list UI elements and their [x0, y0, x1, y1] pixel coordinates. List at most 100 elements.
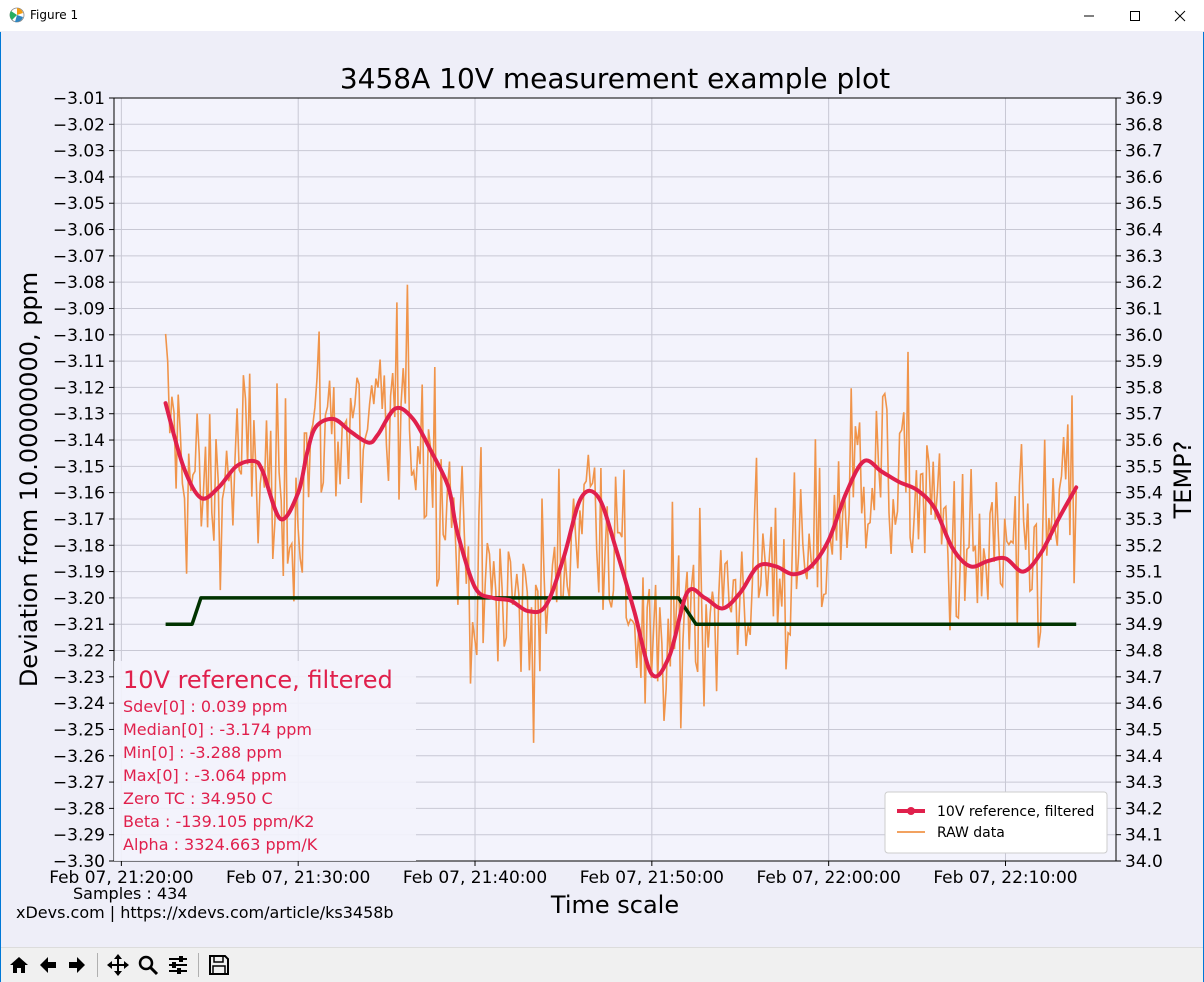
maximize-button[interactable]: [1112, 0, 1158, 31]
legend: 10V reference, filtered RAW data: [884, 791, 1108, 854]
y2-tick-label: 36.9: [1125, 89, 1163, 109]
y2-tick-label: 35.4: [1125, 484, 1163, 504]
y2-tick-label: 34.2: [1125, 799, 1163, 819]
y-tick-label: −3.24: [53, 694, 105, 714]
chart-svg[interactable]: −3.01 −3.02 −3.03 −3.04 −3.05 −3.06 −3.07 −3.08…: [1, 31, 1203, 947]
pan-button[interactable]: [104, 951, 132, 979]
y-tick-label: −3.10: [53, 326, 105, 346]
y2-tick-label: 34.1: [1125, 826, 1163, 846]
y-tick-label: −3.09: [53, 299, 105, 319]
y2-tick-label: 36.6: [1125, 168, 1163, 188]
configure-button[interactable]: [164, 951, 192, 979]
y2-tick-label: 36.4: [1125, 221, 1163, 241]
close-icon: [1174, 10, 1186, 21]
y2-tick-label: 36.2: [1125, 273, 1163, 293]
y2-tick-label: 34.9: [1125, 615, 1163, 635]
toolbar-separator: [198, 953, 199, 977]
x-tick-label: Feb 07, 22:00:00: [757, 868, 901, 888]
home-button[interactable]: [5, 951, 33, 979]
y-tick-label: −3.19: [53, 563, 105, 583]
y2-tick-label: 35.9: [1125, 352, 1163, 372]
y2-tick-label: 34.0: [1125, 852, 1163, 872]
y-tick-label: −3.22: [53, 642, 105, 662]
stats-line: Max[0] : -3.064 ppm: [123, 766, 287, 785]
y-tick-label: −3.23: [53, 668, 105, 688]
y-tick-label: −3.14: [53, 431, 105, 451]
y2-tick-label: 36.1: [1125, 299, 1163, 319]
minimize-button[interactable]: [1066, 0, 1112, 31]
y2-tick-label: 36.5: [1125, 194, 1163, 214]
y2-axis-label: TEMP?: [1169, 441, 1197, 520]
stats-line: Min[0] : -3.288 ppm: [123, 743, 282, 762]
sliders-icon: [169, 956, 187, 974]
y-tick-label: −3.03: [53, 142, 105, 162]
y-tick-label: −3.04: [53, 168, 105, 188]
stats-line: Beta : -139.105 ppm/K2: [123, 812, 314, 831]
y-tick-label: −3.07: [53, 247, 105, 267]
legend-marker: [907, 807, 915, 815]
y-tick-label: −3.16: [53, 484, 105, 504]
back-button[interactable]: [34, 951, 62, 979]
chart-title: 3458A 10V measurement example plot: [340, 62, 890, 95]
y2-tick-label: 35.1: [1125, 563, 1163, 583]
y2-tick-label: 34.4: [1125, 747, 1163, 767]
y-tick-label: −3.27: [53, 773, 105, 793]
magnifier-icon: [138, 955, 159, 976]
maximize-icon: [1130, 10, 1140, 21]
forward-button[interactable]: [63, 951, 91, 979]
y2-tick-label: 34.7: [1125, 668, 1163, 688]
y-tick-label: −3.26: [53, 747, 105, 767]
y2-tick-label: 34.3: [1125, 773, 1163, 793]
y2-tick-label: 35.5: [1125, 457, 1163, 477]
arrow-left-icon: [40, 957, 56, 973]
y-tick-label: −3.18: [53, 536, 105, 556]
credit-label: xDevs.com | https://xdevs.com/article/ks…: [16, 903, 394, 922]
floppy-icon: [209, 955, 229, 975]
window-titlebar[interactable]: Figure 1: [0, 0, 1204, 32]
y-tick-label: −3.05: [53, 194, 105, 214]
y-tick-label: −3.12: [53, 378, 105, 398]
y-tick-label: −3.13: [53, 405, 105, 425]
y-tick-label: −3.29: [53, 826, 105, 846]
window-title: Figure 1: [30, 8, 79, 22]
y-tick-label: −3.02: [53, 115, 105, 135]
y2-tick-label: 35.0: [1125, 589, 1163, 609]
y2-tick-label: 36.3: [1125, 247, 1163, 267]
y2-tick-label: 35.6: [1125, 431, 1163, 451]
home-icon: [10, 957, 28, 973]
stats-box: 10V reference, filtered Sdev[0] : 0.039 p…: [114, 661, 416, 861]
y2-tick-label: 34.6: [1125, 694, 1163, 714]
y-tick-label: −3.21: [53, 615, 105, 635]
y2-tick-label: 35.8: [1125, 378, 1163, 398]
figure-canvas[interactable]: −3.01 −3.02 −3.03 −3.04 −3.05 −3.06 −3.07 −3.08…: [1, 31, 1203, 947]
y2-tick-label: 35.7: [1125, 405, 1163, 425]
y-tick-label: −3.25: [53, 720, 105, 740]
save-button[interactable]: [205, 951, 233, 979]
y2-tick-label: 35.3: [1125, 510, 1163, 530]
legend-label: 10V reference, filtered: [937, 804, 1094, 820]
legend-box: [884, 791, 1108, 854]
y-tick-label: −3.01: [53, 89, 105, 109]
legend-label: RAW data: [937, 825, 1005, 841]
move-icon: [107, 954, 129, 976]
close-button[interactable]: [1157, 0, 1203, 31]
y2-tick-label: 36.8: [1125, 115, 1163, 135]
y-axis-label: Deviation from 10.00000000, ppm: [15, 272, 43, 687]
y-tick-label: −3.20: [53, 589, 105, 609]
y2-tick-label: 35.2: [1125, 536, 1163, 556]
y-tick-label: −3.28: [53, 799, 105, 819]
y-tick-label: −3.08: [53, 273, 105, 293]
app-icon: [9, 7, 25, 23]
y2-tick-label: 36.7: [1125, 142, 1163, 162]
x-tick-label: Feb 07, 21:30:00: [226, 868, 370, 888]
navigation-toolbar: [1, 947, 1203, 982]
y-tick-label: −3.06: [53, 221, 105, 241]
y2-tick-label: 34.8: [1125, 642, 1163, 662]
y2-tick-label: 34.5: [1125, 720, 1163, 740]
toolbar-separator: [97, 953, 98, 977]
stats-line: Median[0] : -3.174 ppm: [123, 720, 312, 739]
x-tick-label: Feb 07, 21:50:00: [580, 868, 724, 888]
y-tick-label: −3.11: [53, 352, 105, 372]
zoom-button[interactable]: [134, 951, 162, 979]
y-tick-label: −3.17: [53, 510, 105, 530]
